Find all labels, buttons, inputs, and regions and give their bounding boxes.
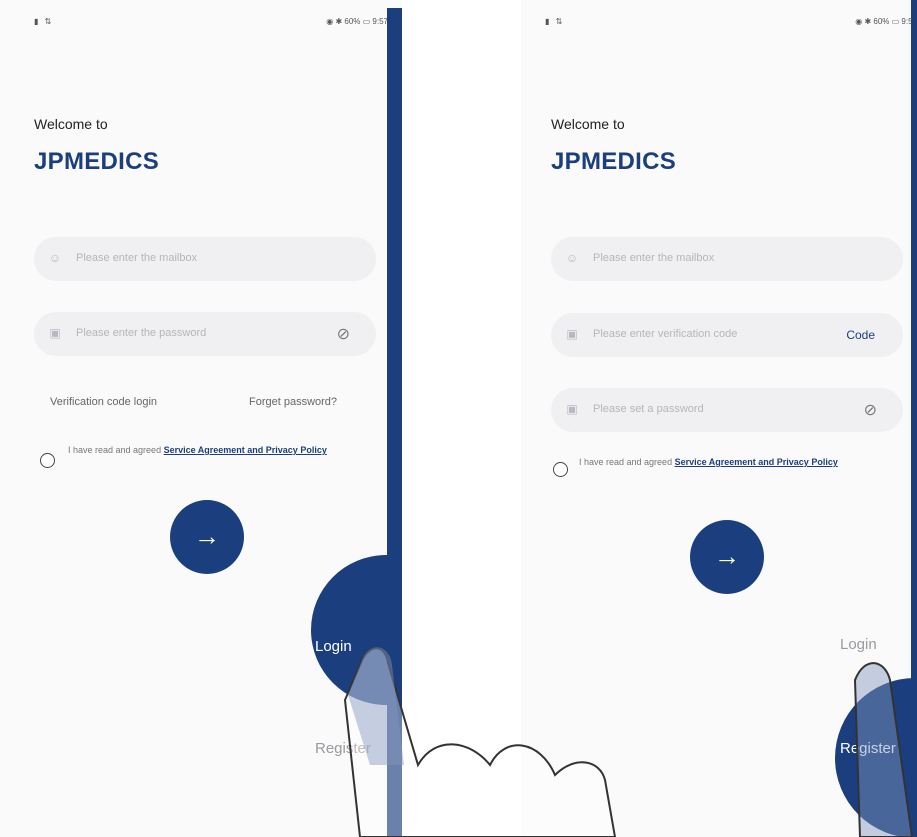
brand-title: JPMEDICS (34, 148, 160, 175)
password-field[interactable]: ▣ Please enter the password ⊘ (34, 312, 376, 356)
email-field[interactable]: ☺ Please enter the mailbox (551, 237, 903, 281)
password-placeholder: Please enter the password (76, 327, 207, 339)
status-right: ◉ ✱ 60% ▭ 9:57 (326, 17, 388, 26)
forget-password-link[interactable]: Forget password? (249, 396, 337, 408)
agree-radio[interactable] (553, 462, 568, 477)
verification-code-field[interactable]: ▣ Please enter verification code Code (551, 313, 903, 357)
email-placeholder: Please enter the mailbox (76, 252, 198, 264)
agreement-text: I have read and agreed Service Agreement… (579, 455, 909, 470)
get-code-button[interactable]: Code (846, 328, 875, 342)
status-bar: ▮ ⇅ ◉ ✱ 60% ▭ 9:57 (0, 14, 402, 30)
welcome-text: Welcome to (551, 116, 625, 132)
user-icon: ☺ (565, 251, 579, 265)
code-placeholder: Please enter verification code (593, 328, 738, 340)
agreement-prefix: I have read and agreed (579, 457, 675, 467)
lock-icon: ▣ (566, 327, 578, 341)
verification-code-login-link[interactable]: Verification code login (50, 396, 157, 408)
status-left: ▮ ⇅ (34, 17, 54, 26)
hand-right (853, 662, 914, 837)
submit-button[interactable]: → (170, 500, 244, 574)
status-left: ▮ ⇅ (545, 17, 565, 26)
swipe-gesture-illustration (343, 647, 914, 837)
password-placeholder: Please set a password (593, 403, 704, 415)
service-agreement-link[interactable]: Service Agreement and Privacy Policy (164, 445, 327, 455)
user-icon: ☺ (48, 251, 62, 265)
brand-title: JPMEDICS (551, 148, 677, 175)
email-field[interactable]: ☺ Please enter the mailbox (34, 237, 376, 281)
welcome-text: Welcome to (34, 116, 108, 132)
submit-button[interactable]: → (690, 520, 764, 594)
email-placeholder: Please enter the mailbox (593, 252, 715, 264)
status-bar: ▮ ⇅ ◉ ✱ 60% ▭ 9:57 (521, 14, 917, 30)
agreement-prefix: I have read and agreed (68, 445, 164, 455)
eye-off-icon[interactable]: ⊘ (864, 400, 877, 420)
service-agreement-link[interactable]: Service Agreement and Privacy Policy (675, 457, 838, 467)
eye-off-icon[interactable]: ⊘ (337, 324, 350, 344)
new-password-field[interactable]: ▣ Please set a password ⊘ (551, 388, 903, 432)
agreement-text: I have read and agreed Service Agreement… (68, 443, 358, 458)
status-right: ◉ ✱ 60% ▭ 9:57 (855, 17, 917, 26)
lock-icon: ▣ (49, 326, 61, 340)
lock-icon: ▣ (566, 402, 578, 416)
agree-radio[interactable] (40, 453, 55, 468)
